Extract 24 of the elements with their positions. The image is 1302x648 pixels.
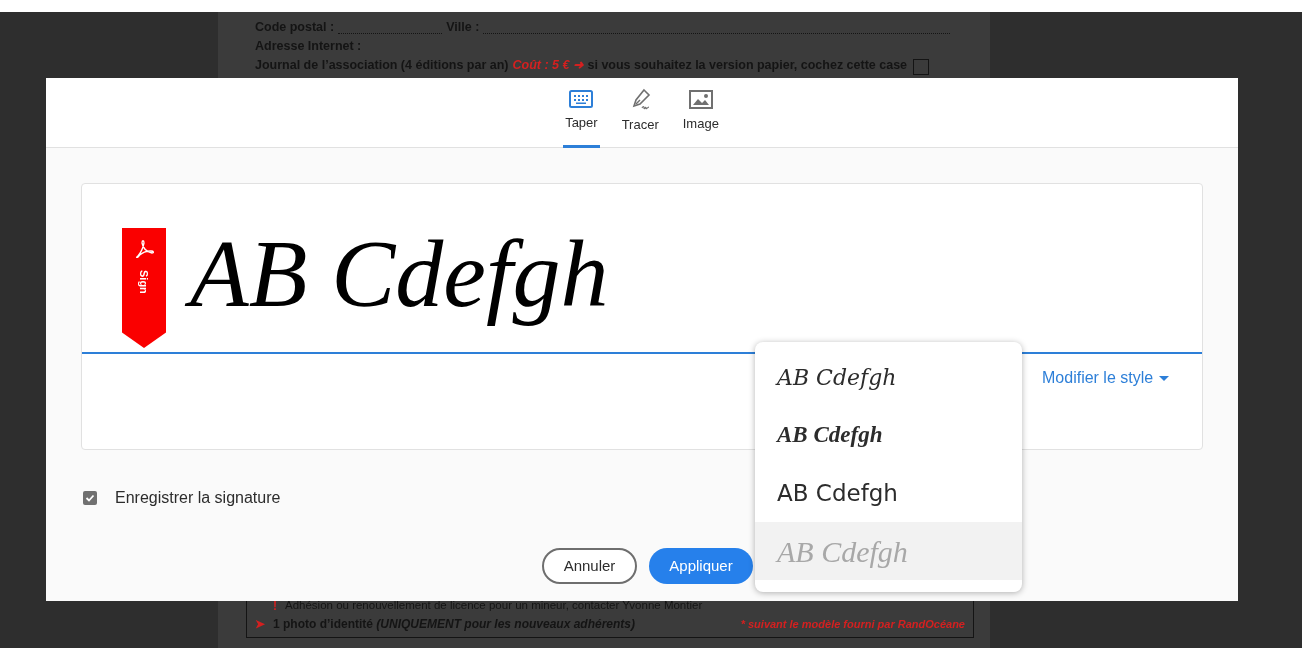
apply-button[interactable]: Appliquer — [649, 548, 753, 584]
checkbox-label: Enregistrer la signature — [115, 488, 281, 508]
caret-icon — [1159, 375, 1170, 381]
check-icon — [85, 493, 95, 503]
acrobat-icon — [133, 238, 155, 260]
style-option[interactable]: AB Cdefgh — [755, 464, 1022, 522]
document-text: ➜ — [573, 57, 584, 75]
signature-text: AB Cdefgh — [174, 212, 625, 337]
bullet-marker: ! — [273, 598, 277, 615]
tab[interactable]: Image — [680, 78, 721, 148]
document-text: Coût : 5 € — [512, 57, 570, 75]
keyboard-icon — [569, 90, 594, 109]
bullet-marker: ➤ — [255, 616, 265, 633]
style-option[interactable]: AB Cdefgh — [755, 406, 1022, 464]
checkbox[interactable] — [913, 59, 930, 75]
cancel-button[interactable]: Annuler — [542, 548, 637, 584]
image-icon — [688, 89, 713, 109]
style-dropdown[interactable]: Modifier le style — [1042, 366, 1170, 390]
style-option[interactable]: AB Cdefgh — [755, 348, 1022, 406]
checkbox[interactable] — [83, 491, 97, 505]
document-note: * suivant le modèle fourni par RandOcéane — [740, 616, 965, 632]
tab[interactable]: Taper — [563, 78, 600, 148]
badge-label: Sign — [137, 270, 152, 294]
tab[interactable]: Tracer — [619, 78, 661, 148]
